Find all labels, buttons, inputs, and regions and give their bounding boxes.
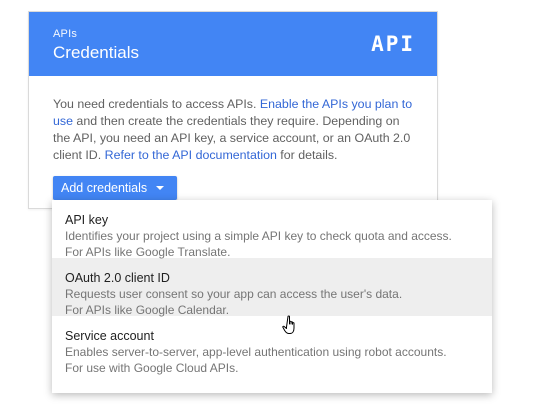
menu-item-description: Identifies your project using a simple A… — [65, 229, 452, 243]
menu-item-oauth-client-id[interactable]: OAuth 2.0 client ID Requests user consen… — [52, 258, 492, 317]
menu-item-description: Enables server-to-server, app-level auth… — [65, 345, 447, 359]
menu-item-title: API key — [65, 213, 109, 227]
add-credentials-label: Add credentials — [61, 181, 148, 195]
api-docs-link[interactable]: Refer to the API documentation — [105, 148, 277, 162]
menu-item-title: OAuth 2.0 client ID — [65, 271, 170, 285]
card-description: You need credentials to access APIs. Ena… — [29, 76, 437, 164]
credentials-dropdown-menu: API key Identifies your project using a … — [52, 200, 492, 393]
api-logo: API — [371, 32, 415, 56]
add-credentials-button[interactable]: Add credentials — [53, 176, 178, 200]
description-text-1: You need credentials to access APIs. — [53, 97, 260, 111]
header-eyebrow: APIs — [53, 28, 78, 40]
menu-item-title: Service account — [65, 329, 154, 343]
credentials-card: APIs Credentials API You need credential… — [28, 11, 438, 209]
menu-item-description: Requests user consent so your app can ac… — [65, 287, 403, 301]
stage: APIs Credentials API You need credential… — [0, 0, 534, 418]
menu-item-api-key[interactable]: API key Identifies your project using a … — [52, 200, 492, 259]
card-header: APIs Credentials API — [29, 12, 437, 76]
caret-down-icon — [156, 186, 165, 190]
hand-pointer-icon — [282, 315, 295, 334]
page-title: Credentials — [53, 43, 139, 62]
description-text-3: for details. — [276, 148, 338, 162]
menu-item-service-account[interactable]: Service account Enables server-to-server… — [52, 316, 492, 375]
menu-item-description: For use with Google Cloud APIs. — [65, 361, 239, 375]
